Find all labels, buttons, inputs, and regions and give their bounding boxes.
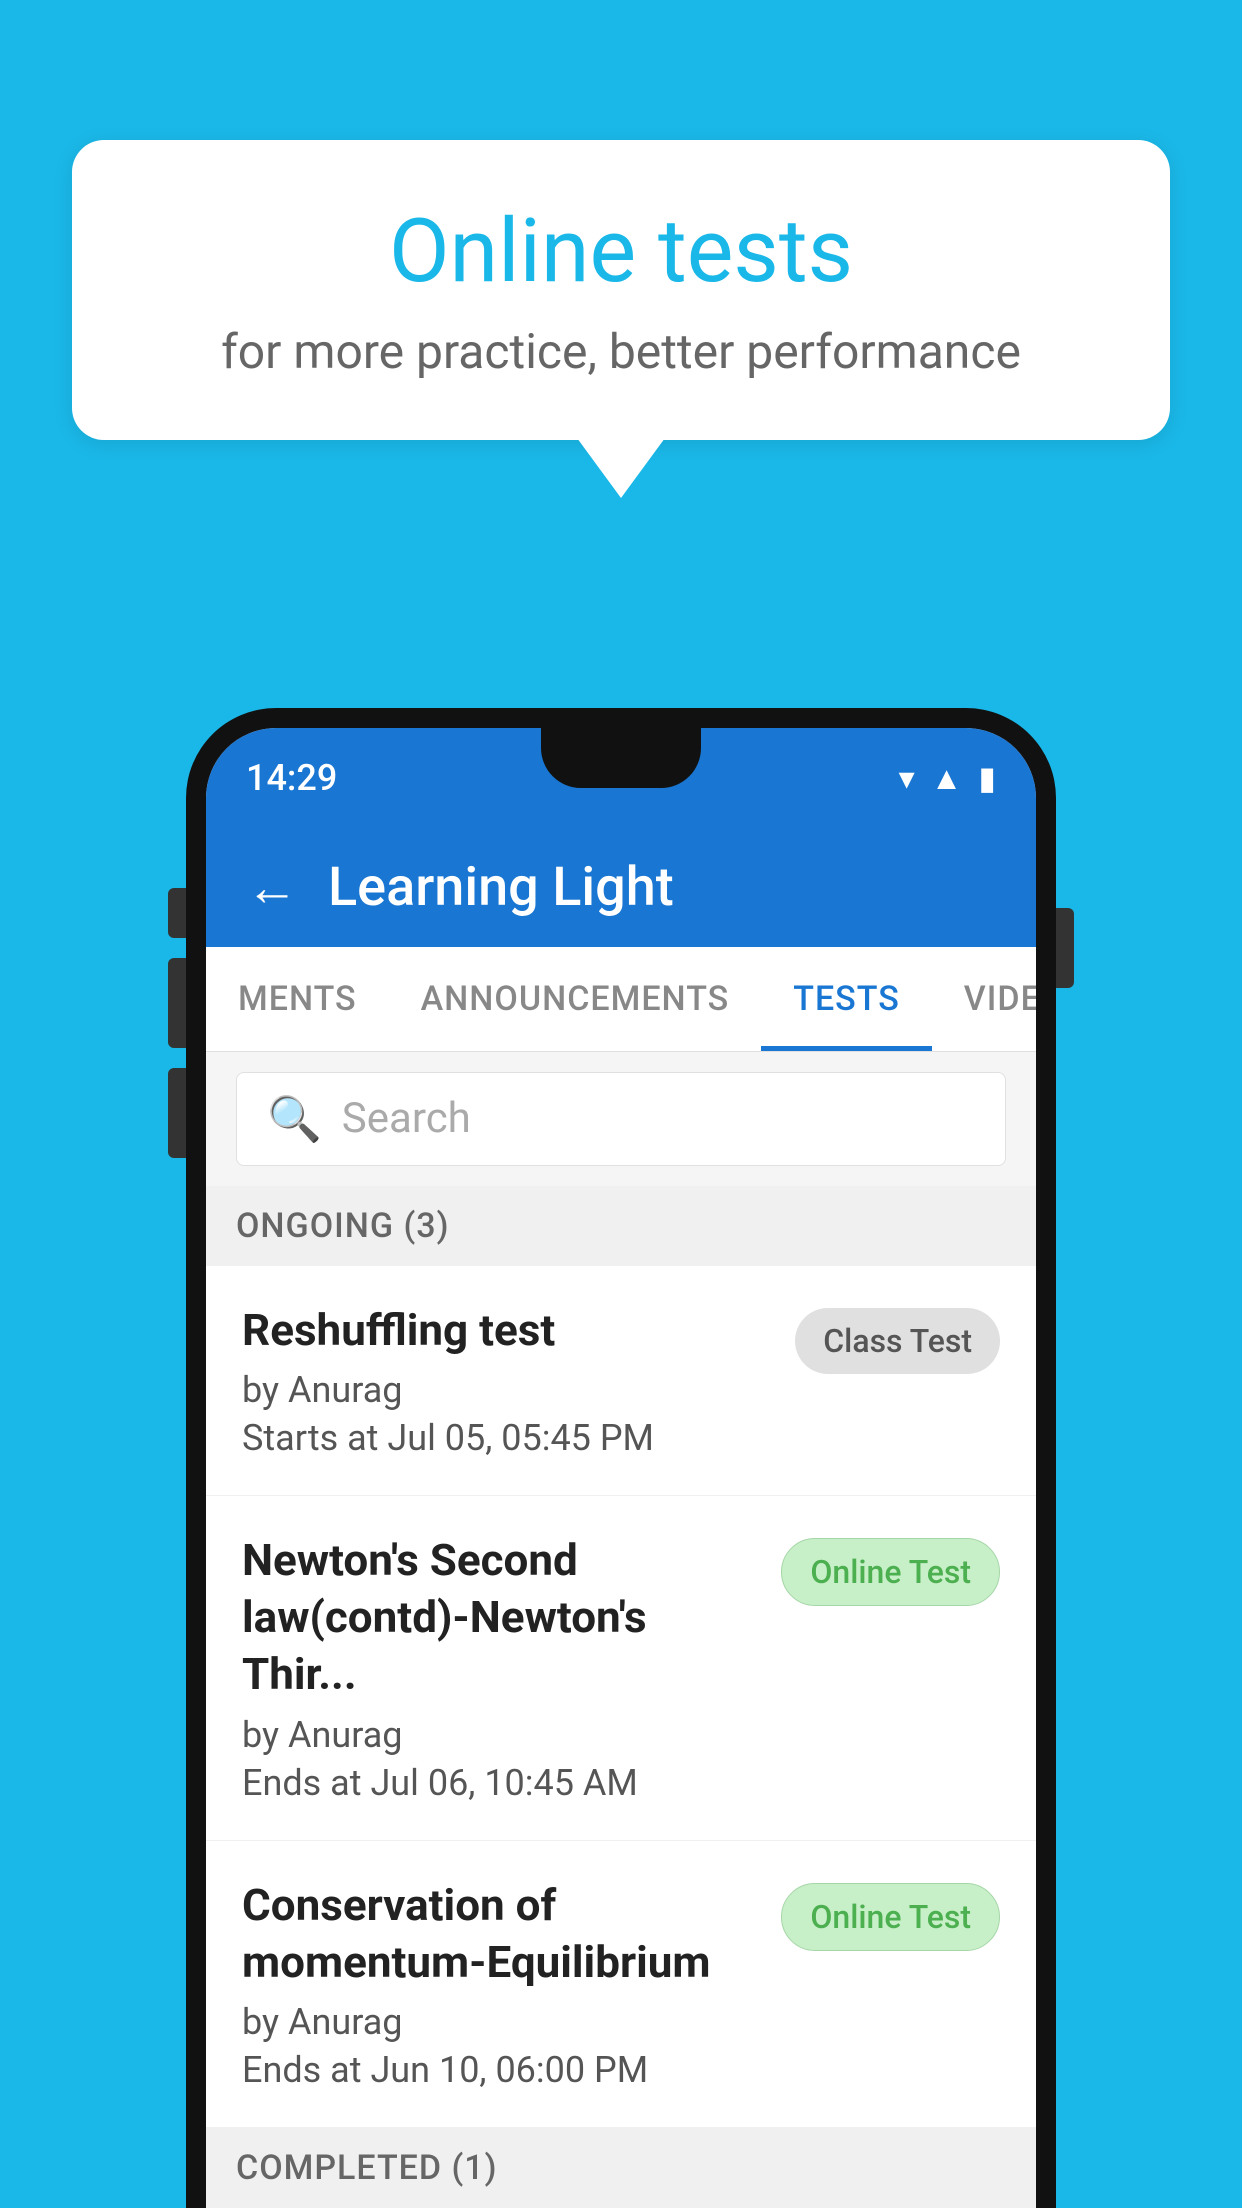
test-by-1: by Anurag <box>242 1369 775 1411</box>
test-item-2[interactable]: Newton's Second law(contd)-Newton's Thir… <box>206 1496 1036 1841</box>
status-icons: ▾ ▲ ▮ <box>899 759 996 797</box>
test-name-1: Reshuffling test <box>242 1302 775 1359</box>
test-item-1[interactable]: Reshuffling test by Anurag Starts at Jul… <box>206 1266 1036 1496</box>
bubble-subtitle: for more practice, better performance <box>152 323 1090 380</box>
wifi-icon: ▾ <box>899 759 915 797</box>
status-bar: 14:29 ▾ ▲ ▮ <box>206 728 1036 828</box>
phone-screen: 14:29 ▾ ▲ ▮ ← Learning Light MENTS ANNOU… <box>206 728 1036 2208</box>
search-container: 🔍 Search <box>206 1052 1036 1186</box>
speech-bubble: Online tests for more practice, better p… <box>72 140 1170 440</box>
test-by-2: by Anurag <box>242 1714 761 1756</box>
test-name-2: Newton's Second law(contd)-Newton's Thir… <box>242 1532 761 1704</box>
test-info-2: Newton's Second law(contd)-Newton's Thir… <box>242 1532 761 1804</box>
speech-bubble-section: Online tests for more practice, better p… <box>72 140 1170 498</box>
tab-ments[interactable]: MENTS <box>206 947 389 1051</box>
phone-wrapper: 14:29 ▾ ▲ ▮ ← Learning Light MENTS ANNOU… <box>186 708 1056 2208</box>
search-bar[interactable]: 🔍 Search <box>236 1072 1006 1166</box>
bubble-tail <box>577 438 665 498</box>
mute-button <box>168 888 186 938</box>
signal-icon: ▲ <box>931 759 963 797</box>
tabs-bar: MENTS ANNOUNCEMENTS TESTS VIDEOS <box>206 947 1036 1052</box>
completed-section-header: COMPLETED (1) <box>206 2128 1036 2208</box>
test-date-2: Ends at Jul 06, 10:45 AM <box>242 1762 761 1804</box>
test-badge-1: Class Test <box>795 1308 1000 1374</box>
tab-tests[interactable]: TESTS <box>761 947 932 1051</box>
phone: 14:29 ▾ ▲ ▮ ← Learning Light MENTS ANNOU… <box>186 708 1056 2208</box>
tab-videos[interactable]: VIDEOS <box>932 947 1036 1051</box>
bubble-title: Online tests <box>152 200 1090 303</box>
test-item-3[interactable]: Conservation of momentum-Equilibrium by … <box>206 1841 1036 2128</box>
test-badge-2: Online Test <box>781 1538 1000 1606</box>
status-time: 14:29 <box>246 757 337 799</box>
tests-list: Reshuffling test by Anurag Starts at Jul… <box>206 1266 1036 2128</box>
test-badge-3: Online Test <box>781 1883 1000 1951</box>
search-input[interactable]: Search <box>342 1094 471 1143</box>
app-header: ← Learning Light <box>206 828 1036 947</box>
test-name-3: Conservation of momentum-Equilibrium <box>242 1877 761 1991</box>
ongoing-section-header: ONGOING (3) <box>206 1186 1036 1266</box>
volume-down-button <box>168 1068 186 1158</box>
test-by-3: by Anurag <box>242 2001 761 2043</box>
power-button <box>1056 908 1074 988</box>
test-info-1: Reshuffling test by Anurag Starts at Jul… <box>242 1302 775 1459</box>
app-title: Learning Light <box>328 856 674 919</box>
test-date-1: Starts at Jul 05, 05:45 PM <box>242 1417 775 1459</box>
test-date-3: Ends at Jun 10, 06:00 PM <box>242 2049 761 2091</box>
back-button[interactable]: ← <box>246 857 298 918</box>
tab-announcements[interactable]: ANNOUNCEMENTS <box>389 947 762 1051</box>
battery-icon: ▮ <box>978 759 996 797</box>
search-icon: 🔍 <box>267 1093 322 1145</box>
volume-up-button <box>168 958 186 1048</box>
test-info-3: Conservation of momentum-Equilibrium by … <box>242 1877 761 2091</box>
